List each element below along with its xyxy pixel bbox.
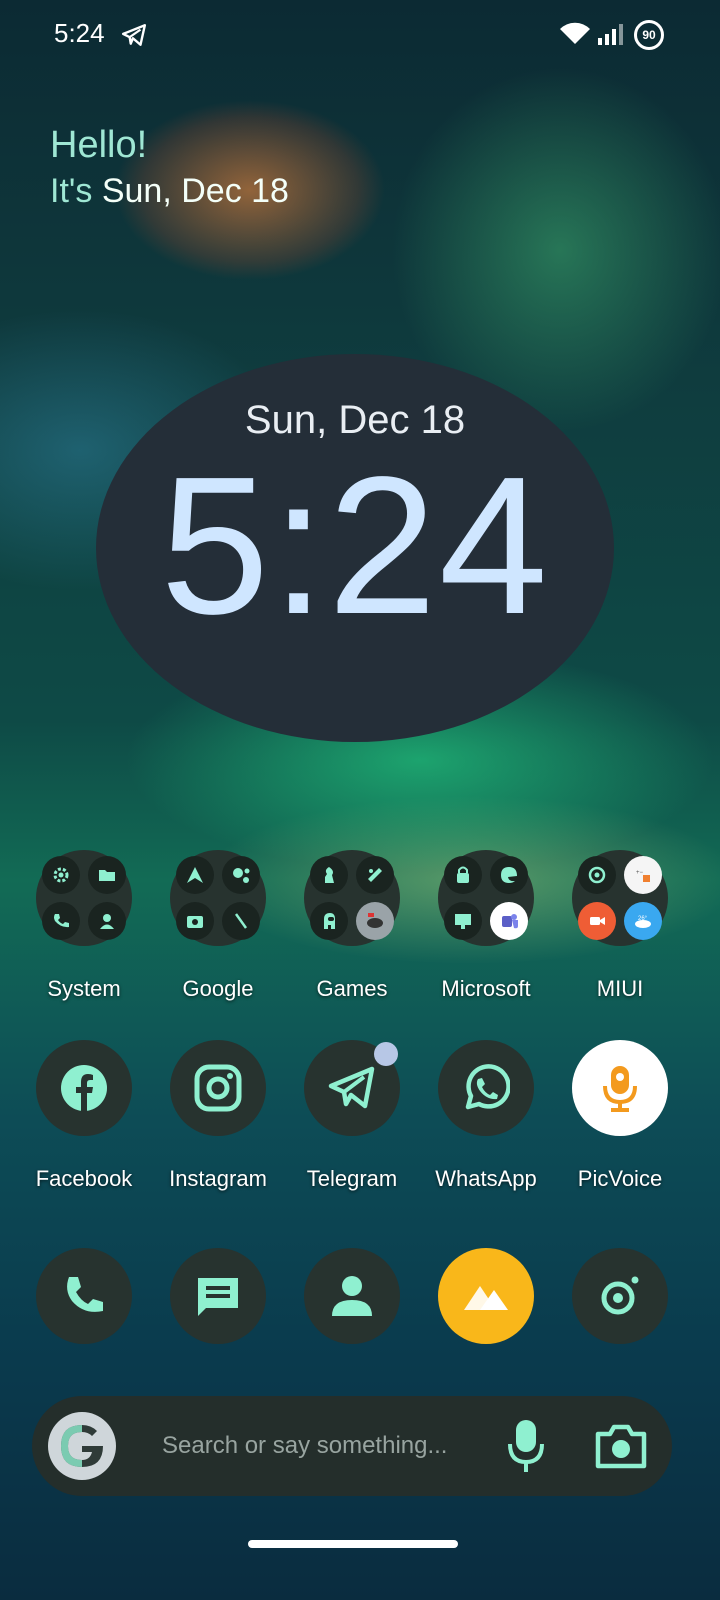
clock-time: 5:24 (160, 436, 550, 655)
contacts-icon-circle (304, 1248, 400, 1344)
messages-icon (198, 1278, 238, 1316)
gallery-icon-circle (438, 1248, 534, 1344)
dock-messages[interactable] (158, 1248, 278, 1344)
remote-desktop-icon (444, 902, 482, 940)
teams-icon (490, 902, 528, 940)
calculator-icon: +− (624, 856, 662, 894)
google-lens-icon[interactable] (594, 1422, 648, 1470)
dock-camera[interactable] (560, 1248, 680, 1344)
folder-google-label: Google (182, 976, 254, 1001)
folder-system-label: System (47, 976, 121, 1001)
settings-icon (42, 856, 80, 894)
dock-contacts[interactable] (292, 1248, 412, 1344)
chess-icon (310, 856, 348, 894)
folder-miui-label: MIUI (596, 976, 644, 1001)
folder-google-circle (170, 850, 266, 946)
svg-text:+−: +− (636, 870, 644, 876)
app-instagram[interactable]: Instagram (158, 1040, 278, 1192)
signal-icon (598, 24, 623, 45)
folder-system-circle (36, 850, 132, 946)
battery-indicator: 90 (634, 20, 664, 50)
among-us-icon (310, 902, 348, 940)
folder-games-label: Games (316, 976, 388, 1001)
dock-phone[interactable] (24, 1248, 144, 1344)
gamepad-icon (356, 856, 394, 894)
greeting-text: Hello! (50, 124, 148, 166)
camera-miui-icon (578, 856, 616, 894)
pen-mini-icon (222, 902, 260, 940)
greeting-date-value: Sun, Dec 18 (101, 172, 289, 210)
camera-icon (601, 1276, 639, 1315)
assistant-icon (222, 856, 260, 894)
search-input[interactable]: Search or say something... (162, 1432, 447, 1460)
app-picvoice[interactable]: PicVoice (560, 1040, 680, 1192)
folder-miui-circle: +− 26° (572, 850, 668, 946)
app-whatsapp[interactable]: WhatsApp (426, 1040, 546, 1192)
microphone-icon (603, 1066, 637, 1112)
app-whatsapp-label: WhatsApp (435, 1166, 537, 1191)
folder-system[interactable]: System (24, 850, 144, 1002)
whatsapp-icon-circle (438, 1040, 534, 1136)
app-facebook-label: Facebook (35, 1166, 133, 1191)
instagram-icon-circle (170, 1040, 266, 1136)
phone-icon-circle (36, 1248, 132, 1344)
telegram-icon-circle (304, 1040, 400, 1136)
files-icon (88, 856, 126, 894)
folder-microsoft-label: Microsoft (441, 976, 531, 1001)
app-facebook[interactable]: Facebook (24, 1040, 144, 1192)
svg-text:26°: 26° (638, 916, 648, 922)
folder-microsoft-circle (438, 850, 534, 946)
clock-widget[interactable]: Sun, Dec 18 5:24 (96, 354, 614, 742)
phone-icon (67, 1277, 103, 1312)
greeting-prefix: It's (50, 172, 102, 210)
folder-miui[interactable]: +− 26° MIUI (560, 850, 680, 1002)
edge-icon (490, 856, 528, 894)
screen-recorder-icon (578, 902, 616, 940)
camera-icon-circle (572, 1248, 668, 1344)
app-instagram-label: Instagram (169, 1166, 267, 1191)
racing-game-icon (356, 902, 394, 940)
greeting-date: It's Sun, Dec 18 (50, 172, 289, 211)
contacts-icon (332, 1276, 372, 1316)
status-time: 5:24 (54, 18, 105, 48)
messages-icon-circle (170, 1248, 266, 1344)
contacts-mini-icon (88, 902, 126, 940)
search-bar[interactable]: Search or say something... (32, 1396, 672, 1496)
facebook-icon-circle (36, 1040, 132, 1136)
app-telegram[interactable]: Telegram (292, 1040, 412, 1192)
android-auto-icon (176, 856, 214, 894)
instagram-icon (194, 1064, 242, 1112)
app-picvoice-label: PicVoice (577, 1166, 663, 1191)
authenticator-icon (444, 856, 482, 894)
app-telegram-label: Telegram (306, 1166, 398, 1191)
gallery-icon (464, 1286, 508, 1310)
status-bar: 5:24 90 (0, 0, 720, 70)
google-logo-icon[interactable] (48, 1412, 116, 1480)
home-indicator[interactable] (248, 1540, 458, 1548)
telegram-icon (328, 1066, 375, 1109)
folder-games-circle (304, 850, 400, 946)
folder-microsoft[interactable]: Microsoft (426, 850, 546, 1002)
weather-icon: 26° (624, 902, 662, 940)
folder-google[interactable]: Google (158, 850, 278, 1002)
wifi-icon (560, 22, 590, 44)
notification-badge (374, 1042, 398, 1066)
facebook-icon (61, 1065, 107, 1111)
telegram-notification-icon (121, 24, 147, 46)
folder-games[interactable]: Games (292, 850, 412, 1002)
camera-mini-icon (176, 902, 214, 940)
phone-mini-icon (42, 902, 80, 940)
whatsapp-icon (465, 1064, 510, 1110)
dock-gallery[interactable] (426, 1248, 546, 1344)
voice-search-icon[interactable] (506, 1418, 546, 1474)
picvoice-icon-circle (572, 1040, 668, 1136)
